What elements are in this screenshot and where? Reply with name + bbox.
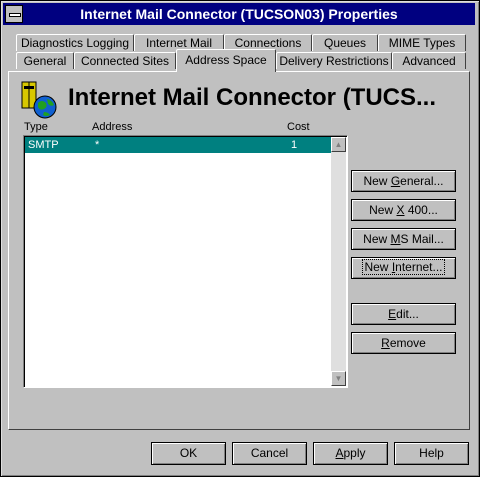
button-label: New X 400... <box>369 203 438 217</box>
tab-address-space[interactable]: Address Space <box>176 49 276 72</box>
column-header-type: Type <box>24 121 48 133</box>
button-label: Remove <box>381 336 426 350</box>
tab-label: Internet Mail <box>145 36 213 50</box>
row-cost: 1 <box>291 139 298 151</box>
tab-label: Diagnostics Logging <box>20 36 130 50</box>
row-type: SMTP <box>28 139 59 151</box>
button-label: New General... <box>363 174 444 188</box>
tab-label: Delivery Restrictions <box>279 54 389 68</box>
tab-mime-types[interactable]: MIME Types <box>378 34 466 51</box>
vertical-scrollbar[interactable]: ▲ ▼ <box>331 137 346 386</box>
tab-label: Address Space <box>185 53 267 67</box>
button-label: Help <box>419 446 444 460</box>
new-general-button[interactable]: New General... <box>351 170 456 192</box>
new-internet-button[interactable]: New Internet... <box>351 257 456 279</box>
ok-button[interactable]: OK <box>151 442 226 465</box>
title-bar[interactable]: Internet Mail Connector (TUCSON03) Prope… <box>3 3 475 25</box>
tab-advanced[interactable]: Advanced <box>392 52 466 69</box>
tab-label: Advanced <box>402 54 456 68</box>
button-label: New Internet... <box>362 259 445 275</box>
cancel-button[interactable]: Cancel <box>232 442 307 465</box>
address-space-list[interactable]: SMTP * 1 ▲ ▼ <box>23 135 348 388</box>
tab-label: Connections <box>234 36 302 50</box>
remove-button[interactable]: Remove <box>351 332 456 354</box>
panel-heading: Internet Mail Connector (TUCS... <box>68 84 437 111</box>
tab-label: MIME Types <box>388 36 456 50</box>
tab-connected-sites[interactable]: Connected Sites <box>74 52 176 69</box>
apply-button[interactable]: Apply <box>313 442 388 465</box>
tab-delivery-restrictions[interactable]: Delivery Restrictions <box>276 52 392 69</box>
tab-general[interactable]: General <box>16 52 74 69</box>
button-label: OK <box>179 446 198 460</box>
button-label: Edit... <box>388 307 419 321</box>
button-label: New MS Mail... <box>363 232 444 246</box>
button-label: Cancel <box>250 446 289 460</box>
column-header-address: Address <box>92 121 133 133</box>
tab-diagnostics-logging[interactable]: Diagnostics Logging <box>16 34 134 51</box>
row-address: * <box>95 139 100 151</box>
list-item[interactable]: SMTP * 1 <box>25 137 331 153</box>
scroll-down-arrow-icon[interactable]: ▼ <box>331 371 346 386</box>
tab-label: General <box>23 54 67 68</box>
help-button[interactable]: Help <box>394 442 469 465</box>
edit-button[interactable]: Edit... <box>351 303 456 325</box>
tab-queues[interactable]: Queues <box>312 34 378 51</box>
window-title: Internet Mail Connector (TUCSON03) Prope… <box>80 6 398 22</box>
button-label: Apply <box>335 446 366 460</box>
column-header-cost: Cost <box>287 121 310 133</box>
tab-label: Connected Sites <box>80 54 170 68</box>
new-x400-button[interactable]: New X 400... <box>351 199 456 221</box>
scroll-up-arrow-icon[interactable]: ▲ <box>331 137 346 152</box>
new-ms-mail-button[interactable]: New MS Mail... <box>351 228 456 250</box>
tab-label: Queues <box>323 36 367 50</box>
internet-mail-connector-icon <box>21 81 57 119</box>
